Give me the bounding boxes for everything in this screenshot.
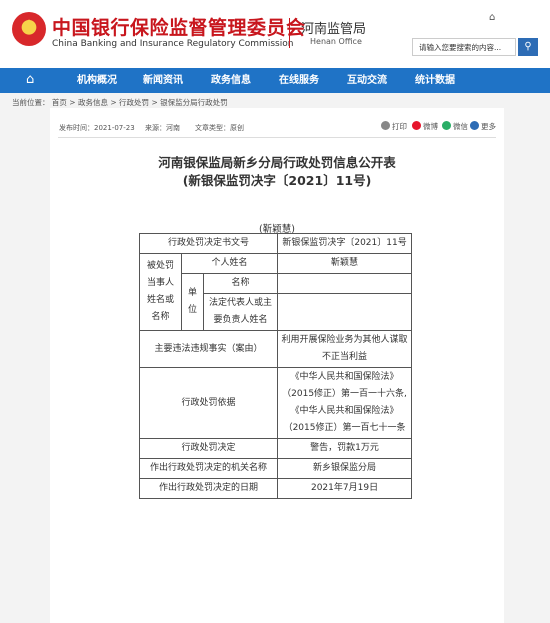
table-row: 作出行政处罚决定的机关名称 新乡银保监分局 <box>138 458 413 479</box>
breadcrumb-sep: > <box>151 98 158 107</box>
national-emblem-icon: ★ <box>12 12 46 46</box>
more-share-button[interactable]: 更多 <box>470 121 496 132</box>
top-home-icon[interactable]: ⌂ <box>489 12 495 23</box>
site-title[interactable]: 中国银行保险监督管理委员会 <box>52 13 306 40</box>
table-row: 行政处罚决定书文号 新银保监罚决字〔2021〕11号 <box>138 233 413 254</box>
nav-item-institution[interactable]: 机构概况 <box>77 68 117 93</box>
main-nav: ⌂ 机构概况 新闻资讯 政务信息 在线服务 互动交流 统计数据 <box>0 68 550 93</box>
header-divider <box>289 18 290 48</box>
name-value <box>277 273 413 294</box>
weibo-share-button[interactable]: 微博 <box>412 121 438 132</box>
office-title-en: Henan Office <box>310 37 362 46</box>
table-row: 作出行政处罚决定的日期 2021年7月19日 <box>138 478 413 499</box>
nav-item-government-info[interactable]: 政务信息 <box>211 68 251 93</box>
site-title-en: China Banking and Insurance Regulatory C… <box>52 39 294 49</box>
search-input[interactable]: 请输入您要搜索的内容... <box>412 38 516 56</box>
print-button[interactable]: 打印 <box>381 121 407 132</box>
date-value: 2021年7月19日 <box>277 478 413 499</box>
facts-label: 主要违法违规事实（案由） <box>138 330 279 368</box>
print-label: 打印 <box>392 122 407 131</box>
decision-value: 警告，罚款1万元 <box>277 438 413 459</box>
nav-item-interaction[interactable]: 互动交流 <box>347 68 387 93</box>
search-button[interactable]: ⚲ <box>518 38 538 56</box>
site-header: ★ 中国银行保险监督管理委员会 China Banking and Insura… <box>0 0 550 68</box>
nav-item-statistics[interactable]: 统计数据 <box>415 68 455 93</box>
more-label: 更多 <box>481 122 496 131</box>
table-row: 主要违法违规事实（案由） 利用开展保险业务为其他人谋取不正当利益 <box>138 330 413 368</box>
breadcrumb-prefix: 当前位置： <box>12 98 50 107</box>
weibo-label: 微博 <box>423 122 438 131</box>
source: 来源：河南 <box>145 124 180 132</box>
print-icon <box>381 121 390 130</box>
basis-label: 行政处罚依据 <box>138 367 279 439</box>
breadcrumb-government-info[interactable]: 政务信息 <box>78 98 108 107</box>
unit-label: 单位 <box>181 273 204 331</box>
publish-date: 发布时间：2021-07-23 <box>59 124 135 132</box>
table-row: 行政处罚依据 《中华人民共和国保险法》（2015修正）第一百一十六条,《中华人民… <box>138 367 413 439</box>
breadcrumb-sep: > <box>110 98 117 107</box>
more-icon <box>470 121 479 130</box>
document-title: 河南银保监局新乡分局行政处罚信息公开表 <box>158 155 396 170</box>
doc-number-label: 行政处罚决定书文号 <box>138 233 279 254</box>
decision-label: 行政处罚决定 <box>138 438 279 459</box>
penalty-info-table: 行政处罚决定书文号 新银保监罚决字〔2021〕11号 被处罚当事人姓名或名称 个… <box>138 233 413 499</box>
wechat-share-button[interactable]: 微信 <box>442 121 468 132</box>
party-label: 被处罚当事人姓名或名称 <box>139 253 182 331</box>
individual-label: 个人姓名 <box>180 253 279 274</box>
basis-value: 《中华人民共和国保险法》（2015修正）第一百一十六条,《中华人民共和国保险法》… <box>277 367 413 439</box>
breadcrumb-sep: > <box>69 98 76 107</box>
breadcrumb-branch-penalty[interactable]: 银保监分局行政处罚 <box>160 98 228 107</box>
organ-value: 新乡银保监分局 <box>277 458 413 479</box>
breadcrumb-penalty[interactable]: 行政处罚 <box>119 98 149 107</box>
doc-number-value: 新银保监罚决字〔2021〕11号 <box>277 233 413 254</box>
date-label: 作出行政处罚决定的日期 <box>138 478 279 499</box>
representative-label: 法定代表人或主要负责人姓名 <box>202 293 279 331</box>
nav-item-online-service[interactable]: 在线服务 <box>279 68 319 93</box>
individual-value: 靳颖慧 <box>277 253 413 274</box>
representative-value <box>277 293 413 331</box>
office-title: 河南监管局 <box>301 22 367 37</box>
document-number-title: (新银保监罚决字〔2021〕11号) <box>182 173 372 188</box>
table-row: 被处罚当事人姓名或名称 个人姓名 靳颖慧 <box>139 253 413 331</box>
search-icon: ⚲ <box>524 41 532 52</box>
breadcrumb-home[interactable]: 首页 <box>52 98 67 107</box>
weibo-icon <box>412 121 421 130</box>
organ-label: 作出行政处罚决定的机关名称 <box>138 458 279 479</box>
facts-value: 利用开展保险业务为其他人谋取不正当利益 <box>277 330 413 368</box>
wechat-icon <box>442 121 451 130</box>
breadcrumb: 当前位置： 首页 > 政务信息 > 行政处罚 > 银保监分局行政处罚 <box>12 97 228 108</box>
table-row: 行政处罚决定 警告，罚款1万元 <box>138 438 413 459</box>
meta-divider <box>58 137 496 138</box>
home-icon[interactable]: ⌂ <box>26 72 34 87</box>
article-type: 文章类型：原创 <box>195 124 244 132</box>
nav-item-news[interactable]: 新闻资讯 <box>143 68 183 93</box>
wechat-label: 微信 <box>453 122 468 131</box>
name-label: 名称 <box>202 273 279 294</box>
